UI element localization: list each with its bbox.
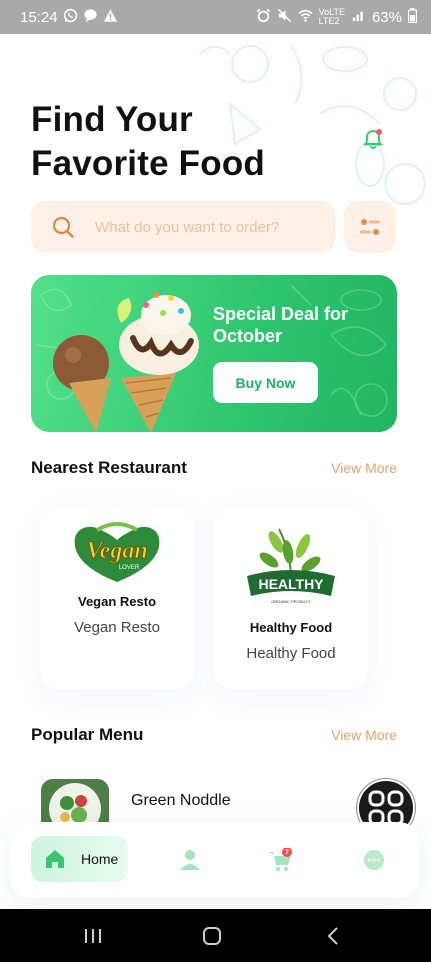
menu-item-name: Green Noddle [131,792,231,809]
promo-title: Special Deal for October [213,304,349,346]
battery-icon [407,7,418,27]
nearest-view-more-link[interactable]: View More [331,460,397,476]
healthy-logo-text: HEALTHY [258,576,324,592]
vegan-logo-text: Vegan [86,538,147,564]
back-button[interactable] [322,925,344,947]
popular-menu-title: Popular Menu [31,725,144,744]
popular-view-more-link[interactable]: View More [331,727,397,743]
home-square-icon [203,927,221,945]
bottom-navigation: Home 7 [10,822,419,898]
nearest-restaurant-title: Nearest Restaurant [31,458,187,477]
wifi-icon [298,8,313,27]
cart-icon: 7 [269,847,292,872]
status-bar: 15:24 VoLTE LTE2 63% [0,0,431,34]
search-input[interactable] [95,218,325,236]
promo-banner[interactable]: Special Deal for October Buy Now [31,275,397,432]
page-title-line-2: Favorite Food [31,144,265,183]
filter-button[interactable] [344,201,396,253]
back-chevron-icon [327,927,338,945]
home-system-button[interactable] [201,925,223,947]
chat-icon [83,8,98,27]
restaurant-name: Healthy Food [249,620,333,635]
home-icon [46,850,64,868]
search-bar[interactable] [31,201,335,253]
popular-menu-header: Popular Menu View More [31,725,397,745]
recent-apps-icon [85,929,101,943]
restaurant-card-healthy[interactable]: HEALTHY ORGANIC PRODUCT Healthy Food Hea… [214,506,368,690]
healthy-logo-subtext: ORGANIC PRODUCT [271,599,311,604]
nav-cart-tab[interactable]: 7 [267,847,292,872]
nav-home-tab[interactable]: Home [31,836,128,882]
status-time: 15:24 [20,8,58,26]
restaurant-card-vegan[interactable]: Vegan LOVER Vegan Resto Vegan Resto [40,506,194,690]
filter-icon [360,219,380,235]
vegan-logo-subtext: LOVER [119,565,140,571]
restaurant-subtitle: Vegan Resto [74,619,160,636]
whatsapp-icon [63,8,78,27]
cart-badge-count: 7 [285,850,289,857]
nav-profile-tab[interactable] [178,848,202,872]
nearest-restaurant-header: Nearest Restaurant View More [31,458,397,478]
nav-chat-tab[interactable] [362,848,386,872]
notification-button[interactable] [358,124,388,154]
nav-home-label: Home [81,851,119,867]
warning-icon [103,8,118,27]
restaurant-name: Vegan Resto [77,594,157,609]
vegan-lover-logo: Vegan LOVER [74,522,160,582]
app-screen: Find Your Favorite Food What do you want… [0,34,431,909]
page-title: Find Your Favorite Food [31,98,331,186]
buy-now-button[interactable]: Buy Now [213,362,318,403]
signal-icon [351,8,366,27]
profile-icon [180,850,200,870]
mute-icon [277,8,292,27]
battery-percent: 63% [371,8,402,26]
network-type-bottom: LTE2 [318,16,340,26]
recent-apps-button[interactable] [82,925,104,947]
ice-cream-image [53,292,199,432]
bell-icon [363,129,383,149]
page-title-line-1: Find Your [31,100,193,139]
healthy-food-logo: HEALTHY ORGANIC PRODUCT [247,528,335,604]
search-icon [52,216,74,238]
system-navigation-bar [0,909,431,962]
alarm-icon [256,8,271,27]
restaurant-subtitle: Healthy Food [246,645,336,662]
chat-bubble-icon [364,850,384,870]
